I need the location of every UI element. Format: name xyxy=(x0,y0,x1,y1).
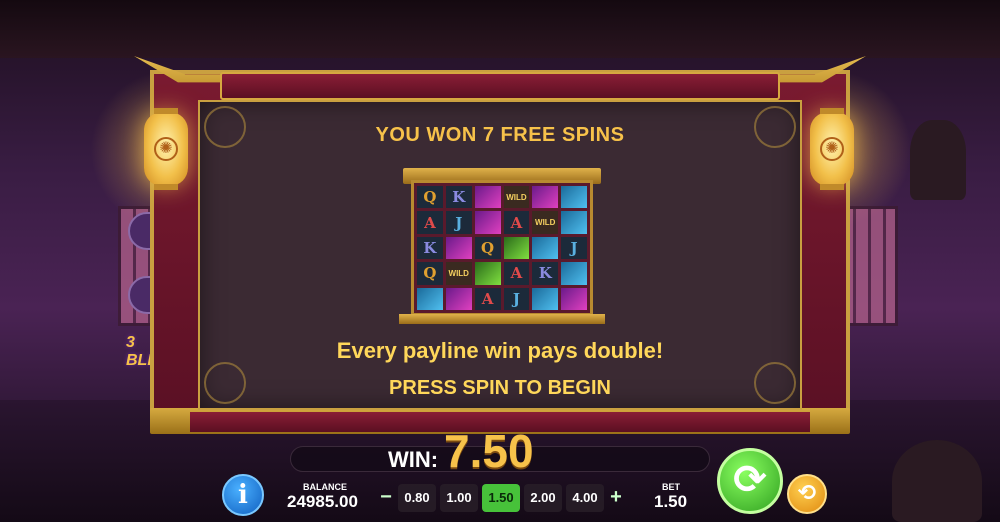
bet-option[interactable]: 0.80 xyxy=(398,484,436,512)
autoplay-button[interactable]: ⟲ xyxy=(787,474,827,514)
bet-label: BET xyxy=(662,482,680,492)
letter-symbol: J xyxy=(445,211,472,234)
lantern-right-icon: ✺ xyxy=(810,108,854,190)
letter-symbol: K xyxy=(445,186,472,209)
pink-gem-symbol-icon xyxy=(445,236,472,260)
lantern-left-icon: ✺ xyxy=(144,108,188,190)
bet-option[interactable]: 4.00 xyxy=(566,484,604,512)
wild-symbol: WILD xyxy=(445,262,472,285)
letter-symbol: Q xyxy=(417,186,443,209)
autoplay-icon: ⟲ xyxy=(797,480,817,505)
balance-value: 24985.00 xyxy=(287,492,358,511)
pink-gem-symbol-icon xyxy=(561,287,587,310)
letter-symbol: K xyxy=(417,236,443,260)
bet-decrease-button[interactable]: − xyxy=(378,484,394,512)
teal-gem-symbol-icon xyxy=(417,287,443,310)
letter-symbol: Q xyxy=(474,236,501,260)
teal-gem-symbol-icon xyxy=(532,287,559,310)
press-spin-instruction[interactable]: PRESS SPIN TO BEGIN xyxy=(198,377,802,400)
letter-symbol: J xyxy=(503,287,530,310)
free-spins-title: YOU WON 7 FREE SPINS xyxy=(375,124,625,146)
background-ceiling-beam xyxy=(0,0,1000,58)
teal-gem-symbol-icon xyxy=(561,186,587,209)
reels-preview-base xyxy=(399,314,605,324)
pink-gem-symbol-icon xyxy=(445,287,472,310)
bet-selector: − 0.80 1.00 1.50 2.00 4.00 + xyxy=(378,483,624,513)
letter-symbol: A xyxy=(417,211,443,234)
balance-label: BALANCE xyxy=(303,482,347,492)
letter-symbol: A xyxy=(503,262,530,285)
spin-button[interactable]: ⟳ xyxy=(717,448,783,514)
teal-gem-symbol-icon xyxy=(532,236,559,260)
letter-symbol: Q xyxy=(417,262,443,285)
letter-symbol: K xyxy=(532,262,559,285)
win-amount: 7.50 xyxy=(444,425,534,477)
wild-symbol: WILD xyxy=(503,186,530,209)
bet-option[interactable]: 1.00 xyxy=(440,484,478,512)
green-gem-symbol-icon xyxy=(474,262,501,285)
free-spins-message: Every payline win pays double! xyxy=(336,338,664,363)
green-gem-symbol-icon xyxy=(503,236,530,260)
popup-frame-top-bar xyxy=(220,72,780,100)
spin-refresh-icon: ⟳ xyxy=(733,458,767,502)
bet-option[interactable]: 2.00 xyxy=(524,484,562,512)
background-vase xyxy=(910,120,966,200)
bet-value: 1.50 xyxy=(654,492,688,511)
teal-gem-symbol-icon xyxy=(561,211,587,234)
pink-gem-symbol-icon xyxy=(532,186,559,209)
teal-gem-symbol-icon xyxy=(561,262,587,285)
letter-symbol: J xyxy=(561,236,587,260)
pink-gem-symbol-icon xyxy=(474,186,501,209)
wild-symbol: WILD xyxy=(532,211,559,234)
letter-symbol: A xyxy=(503,211,530,234)
bet-option-selected[interactable]: 1.50 xyxy=(482,484,520,512)
pink-gem-symbol-icon xyxy=(474,211,501,234)
info-button[interactable]: i xyxy=(222,474,264,516)
background-pot xyxy=(892,440,982,522)
letter-symbol: A xyxy=(474,287,501,310)
win-label: WIN: xyxy=(388,447,439,472)
info-icon: i xyxy=(238,480,248,510)
reels-preview-grid: Q K WILD A J A WILD K Q J Q WILD A K A J xyxy=(411,180,593,316)
bet-increase-button[interactable]: + xyxy=(608,484,624,512)
